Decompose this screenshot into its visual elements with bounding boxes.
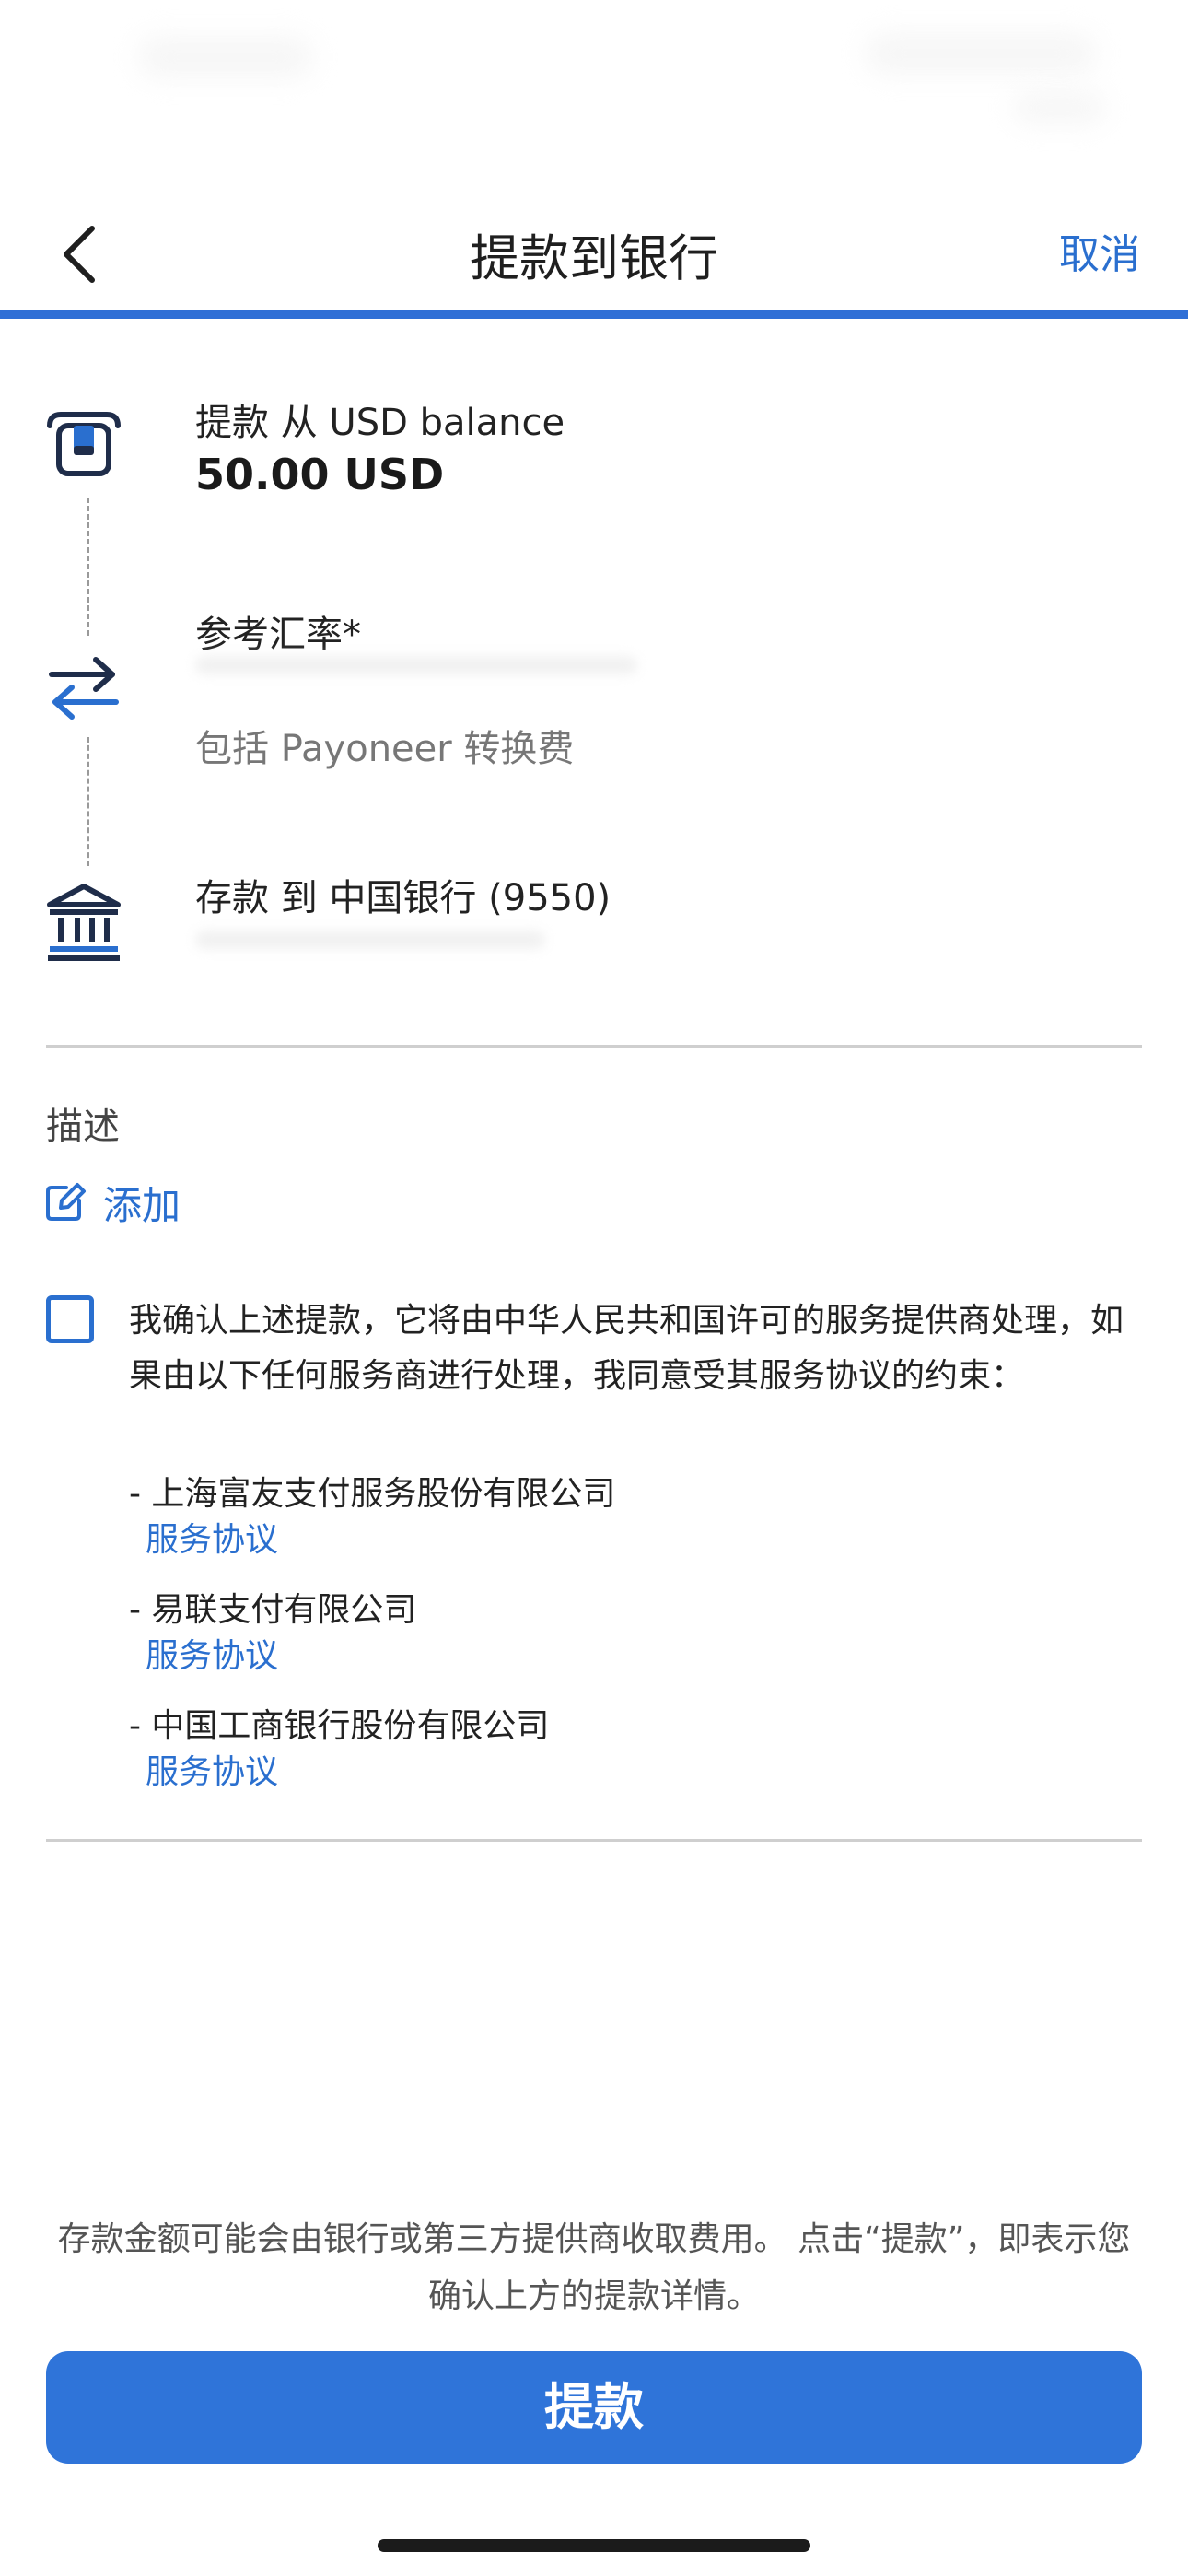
service-agreement-link[interactable]: 服务协议 <box>146 1629 278 1677</box>
status-bar <box>0 0 1188 184</box>
fee-disclaimer: 存款金额可能会由银行或第三方提供商收取费用。 点击“提款”，即表示您确认上方的提… <box>57 2220 1131 2315</box>
service-agreement-link[interactable]: 服务协议 <box>146 1745 278 1793</box>
conversion-fee-note: 包括 Payoneer 转换费 <box>195 728 575 770</box>
home-indicator <box>378 2539 810 2552</box>
service-agreement-link[interactable]: 服务协议 <box>146 1513 278 1561</box>
provider-name: - 易联支付有限公司 <box>129 1591 417 1629</box>
bank-icon <box>47 884 121 961</box>
withdraw-to-bank-screen: 提款到银行 取消 提款 从 USD balance 50.00 USD 参考汇率… <box>0 0 1188 2576</box>
withdraw-amount: 50.00 USD <box>195 450 445 499</box>
wallet-icon <box>47 412 121 476</box>
edit-icon <box>46 1183 86 1221</box>
provider-name: - 上海富友支付服务股份有限公司 <box>129 1475 616 1513</box>
consent-text: 我确认上述提款，它将由中华人民共和国许可的服务提供商处理，如果由以下任何服务商进… <box>129 1302 1124 1395</box>
description-label: 描述 <box>46 1106 120 1148</box>
exchange-arrows-icon <box>49 657 119 720</box>
withdraw-source-label: 提款 从 USD balance <box>195 402 565 444</box>
progress-bar <box>0 310 1188 319</box>
rate-value-redacted <box>195 656 637 674</box>
nav-bar: 提款到银行 取消 <box>0 184 1188 319</box>
provider-name: - 中国工商银行股份有限公司 <box>129 1707 550 1745</box>
deposit-amount-redacted <box>195 931 545 949</box>
step-connector <box>87 498 89 636</box>
add-description-button[interactable]: 添加 <box>42 1170 181 1235</box>
add-description-label: 添加 <box>103 1182 181 1228</box>
cancel-button[interactable]: 取消 <box>1059 221 1140 280</box>
rate-label: 参考汇率* <box>195 614 361 656</box>
withdraw-button[interactable]: 提款 <box>46 2351 1142 2464</box>
page-title: 提款到银行 <box>470 229 718 287</box>
step-connector <box>87 737 89 866</box>
section-divider <box>46 1839 1142 1842</box>
deposit-destination-label: 存款 到 中国银行 (9550) <box>195 877 611 919</box>
consent-checkbox[interactable] <box>46 1295 94 1343</box>
section-divider <box>46 1045 1142 1048</box>
